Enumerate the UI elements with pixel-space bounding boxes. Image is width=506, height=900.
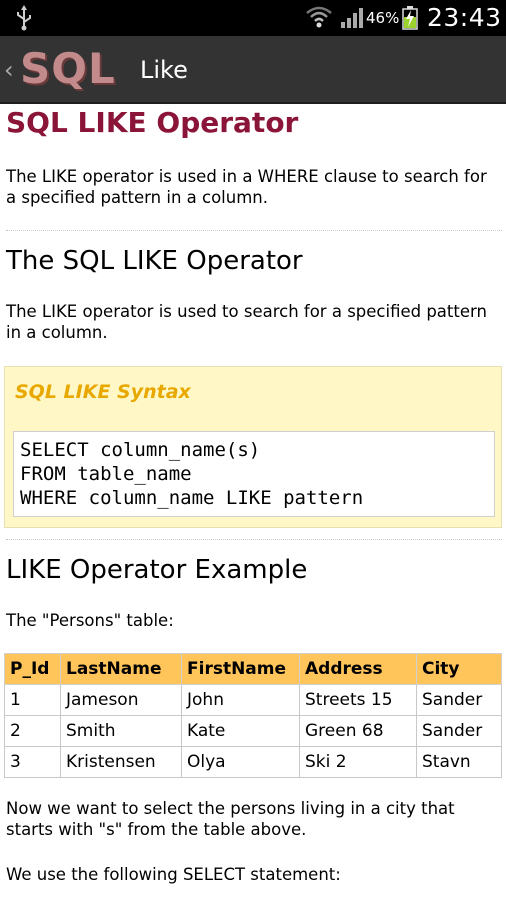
table-cell: Jameson — [60, 684, 182, 716]
battery-percent: 46% — [366, 9, 400, 27]
table-cell: Kate — [181, 715, 300, 747]
signal-icon — [341, 8, 363, 28]
clock: 23:43 — [427, 3, 502, 32]
after-table-text: Now we want to select the persons living… — [6, 799, 455, 839]
table-cell: Sander — [416, 684, 502, 716]
column-header: Address — [299, 653, 417, 685]
section-text: The LIKE operator is used to search for … — [6, 302, 487, 342]
intro-text: The LIKE operator is used in a WHERE cla… — [6, 167, 487, 207]
divider — [6, 230, 502, 231]
section-title-sql-like-operator: The SQL LIKE Operator — [6, 246, 303, 276]
action-bar: ‹ SQL Like — [0, 36, 506, 104]
syntax-box: SQL LIKE Syntax SELECT column_name(s) FR… — [4, 366, 502, 528]
divider — [6, 539, 502, 540]
column-header: LastName — [60, 653, 182, 685]
code-line: WHERE column_name LIKE pattern — [20, 487, 364, 509]
section-title-example: LIKE Operator Example — [6, 555, 308, 585]
battery-charging-icon — [402, 6, 418, 30]
code-block: SELECT column_name(s) FROM table_name WH… — [13, 431, 495, 517]
table-cell: Ski 2 — [299, 746, 417, 778]
code-line: SELECT column_name(s) — [20, 439, 261, 461]
table-cell: Smith — [60, 715, 182, 747]
table-cell: John — [181, 684, 300, 716]
table-cell: 1 — [4, 684, 61, 716]
table-cell: Streets 15 — [299, 684, 417, 716]
action-bar-title: Like — [140, 56, 188, 84]
page-title: SQL LIKE Operator — [6, 106, 299, 139]
table-cell: Stavn — [416, 746, 502, 778]
table-row: 3 Kristensen Olya Ski 2 Stavn — [4, 746, 502, 778]
column-header: City — [416, 653, 502, 685]
table-cell: 3 — [4, 746, 61, 778]
table-cell: 2 — [4, 715, 61, 747]
table-row: 1 Jameson John Streets 15 Sander — [4, 684, 502, 716]
column-header: P_Id — [4, 653, 61, 685]
column-header: FirstName — [181, 653, 300, 685]
usb-icon — [17, 5, 31, 31]
table-header-row: P_Id LastName FirstName Address City — [4, 653, 502, 685]
wifi-icon — [306, 6, 332, 28]
table-cell: Sander — [416, 715, 502, 747]
table-cell: Olya — [181, 746, 300, 778]
syntax-title: SQL LIKE Syntax — [15, 381, 191, 403]
status-bar: 46% 23:43 — [0, 0, 506, 36]
table-cell: Kristensen — [60, 746, 182, 778]
back-button[interactable]: ‹ — [4, 56, 14, 84]
persons-table: P_Id LastName FirstName Address City 1 J… — [4, 653, 502, 778]
code-line: FROM table_name — [20, 463, 192, 485]
table-caption: The "Persons" table: — [6, 611, 174, 630]
app-logo[interactable]: SQL — [20, 44, 116, 93]
table-row: 2 Smith Kate Green 68 Sander — [4, 715, 502, 747]
statement-text: We use the following SELECT statement: — [6, 865, 341, 884]
table-cell: Green 68 — [299, 715, 417, 747]
